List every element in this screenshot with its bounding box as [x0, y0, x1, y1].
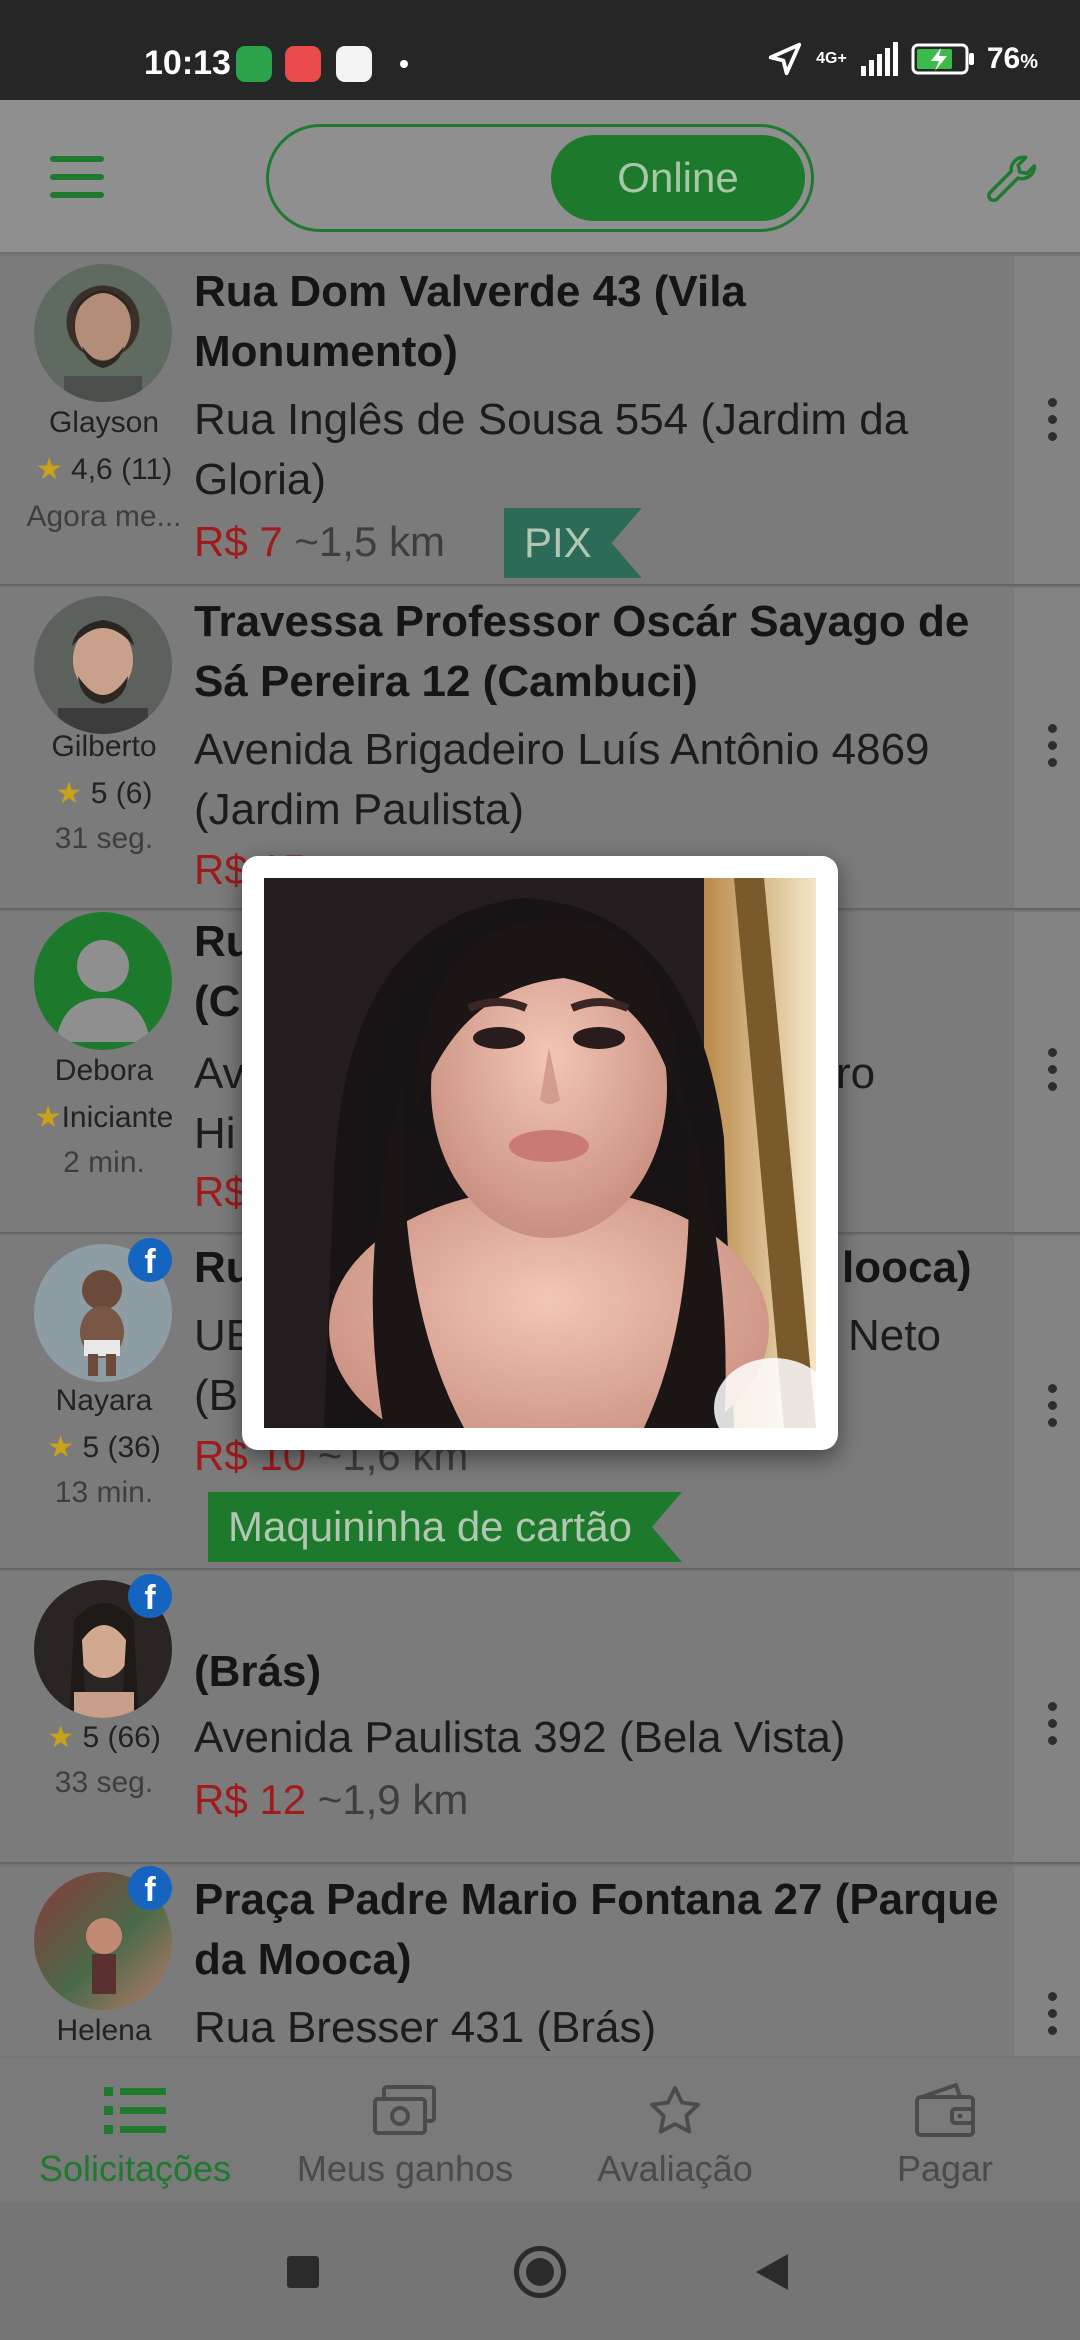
- profile-photo: [264, 878, 816, 1428]
- battery-percent: 76%: [986, 42, 1038, 75]
- pickup-address-tail: looca): [842, 1243, 972, 1292]
- notification-99-icon: [336, 46, 372, 82]
- user-name: Debora: [54, 1054, 154, 1087]
- destination-address-tail: ro: [836, 1049, 876, 1098]
- star-icon: ★: [47, 1721, 75, 1754]
- destination-address: Rua Inglês de Sousa 554 (Jardim da Glori…: [194, 395, 909, 504]
- bottom-navigation: Solicitações Meus ganhos Avaliação Pagar: [0, 2058, 1080, 2202]
- profile-photo-popup[interactable]: [242, 856, 838, 1450]
- user-rating: ★ 5 (66): [47, 1721, 161, 1754]
- system-navigation-bar: [0, 2202, 1080, 2340]
- pickup-address: (Brás): [194, 1647, 322, 1696]
- more-options-icon[interactable]: [1048, 1048, 1058, 1091]
- star-icon: [650, 2086, 700, 2134]
- user-name: Nayara: [55, 1384, 153, 1417]
- payment-tag-card: Maquininha de cartão: [208, 1492, 682, 1562]
- online-toggle-knob[interactable]: Online: [551, 135, 805, 221]
- request-time: 31 seg.: [54, 822, 154, 855]
- avatar[interactable]: [34, 264, 172, 402]
- location-arrow-icon: [768, 42, 802, 76]
- notification-mail-icon: [285, 46, 321, 82]
- destination-address: Rua Bresser 431 (Brás): [194, 2003, 657, 2052]
- pickup-address: Praça Padre Mario Fontana 27 (Parque da …: [194, 1875, 999, 1984]
- wallet-icon: [915, 2083, 975, 2137]
- fare-info: R$ 12 ~1,9 km: [194, 1776, 469, 1823]
- home-button[interactable]: [514, 2246, 566, 2298]
- more-options-icon[interactable]: [1048, 1702, 1058, 1745]
- user-name: Helena: [56, 2014, 152, 2047]
- facebook-icon: f: [128, 1574, 172, 1618]
- star-icon: ★: [35, 453, 63, 486]
- star-icon: ★: [47, 1431, 75, 1464]
- user-rating: ★Iniciante: [34, 1101, 174, 1134]
- list-icon: [104, 2087, 166, 2134]
- user-rating: ★ 4,6 (11): [35, 453, 173, 486]
- more-options-icon[interactable]: [1048, 724, 1058, 767]
- back-button[interactable]: [756, 2254, 788, 2290]
- user-rating: ★ 5 (36): [47, 1431, 161, 1464]
- request-time: 2 min.: [63, 1146, 145, 1179]
- wrench-icon[interactable]: [982, 150, 1042, 210]
- nav-avaliacao[interactable]: Avaliação: [540, 2080, 810, 2190]
- user-name: Gilberto: [51, 730, 157, 763]
- pickup-address: Rua Dom Valverde 43 (Vila Monumento): [194, 267, 746, 376]
- more-options-icon[interactable]: [1048, 398, 1058, 441]
- notification-more-dot: [400, 60, 408, 68]
- recents-button[interactable]: [287, 2256, 319, 2288]
- nav-pagar[interactable]: Pagar: [810, 2080, 1080, 2190]
- status-bar: 10:13 4G+ 76%: [0, 0, 1080, 100]
- signal-icon: [860, 42, 898, 76]
- request-time: 33 seg.: [54, 1766, 154, 1799]
- request-row[interactable]: f Helena Praça Padre Mario Fontana 27 (P…: [0, 1866, 1080, 2056]
- fare-info: R$ 7 ~1,5 km: [194, 518, 445, 565]
- more-options-icon[interactable]: [1048, 1384, 1058, 1427]
- destination-address: Avenida Paulista 392 (Bela Vista): [194, 1713, 846, 1762]
- notification-app-icon: [236, 46, 272, 82]
- fare-info: R$: [194, 1168, 248, 1215]
- payment-tag-pix: PIX: [504, 508, 642, 578]
- more-options-icon[interactable]: [1048, 1992, 1058, 2035]
- star-icon: ★: [55, 777, 83, 810]
- nav-solicitacoes[interactable]: Solicitações: [0, 2080, 270, 2190]
- menu-icon[interactable]: [50, 156, 104, 198]
- nav-meus-ganhos[interactable]: Meus ganhos: [270, 2080, 540, 2190]
- money-icon: [373, 2085, 436, 2135]
- destination-address-tail: Neto: [848, 1311, 941, 1360]
- network-type: 4G+: [816, 50, 847, 67]
- request-time: Agora me...: [26, 500, 182, 533]
- status-time: 10:13: [144, 44, 231, 82]
- online-toggle[interactable]: Online: [266, 124, 814, 232]
- destination-address: Avenida Brigadeiro Luís Antônio 4869 (Ja…: [194, 725, 930, 834]
- user-name: Glayson: [48, 406, 160, 439]
- request-time: 13 min.: [54, 1476, 154, 1509]
- battery-icon: [911, 43, 974, 75]
- user-rating: ★ 5 (6): [55, 777, 153, 810]
- avatar[interactable]: [34, 596, 172, 734]
- request-row[interactable]: Glayson ★ 4,6 (11) Agora me... Rua Dom V…: [0, 256, 1080, 586]
- facebook-icon: f: [128, 1238, 172, 1282]
- star-icon: ★: [34, 1101, 62, 1134]
- default-avatar-icon[interactable]: [34, 912, 172, 1050]
- pickup-address: Travessa Professor Oscár Sayago de Sá Pe…: [194, 597, 970, 706]
- app-bar: Online: [0, 100, 1080, 254]
- facebook-icon: f: [128, 1866, 172, 1910]
- request-row[interactable]: f ★ 5 (66) 33 seg. (Brás) Avenida Paulis…: [0, 1572, 1080, 1864]
